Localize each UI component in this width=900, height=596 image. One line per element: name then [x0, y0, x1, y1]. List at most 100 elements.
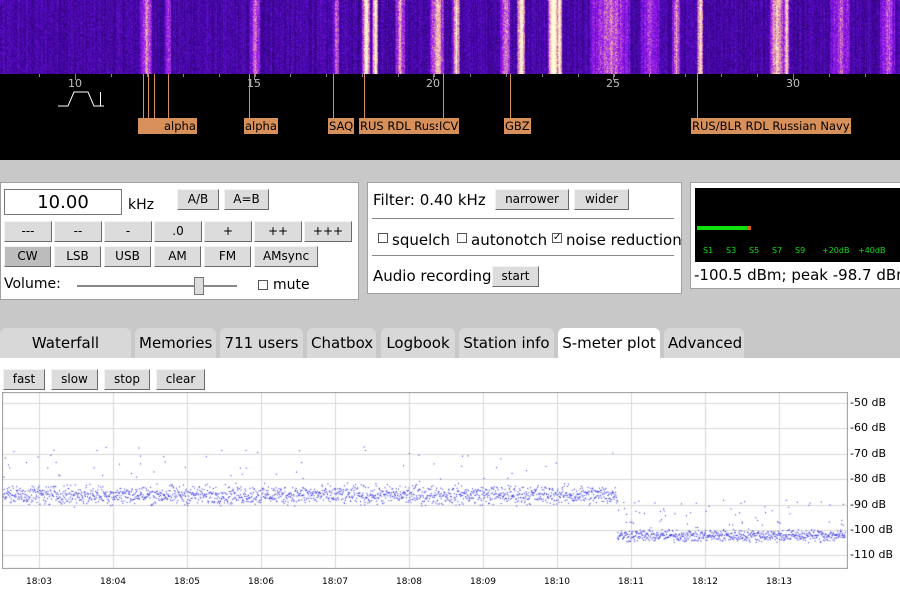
noise-reduction-label: noise reduction — [566, 231, 682, 249]
x-axis-label: 18:04 — [97, 577, 129, 587]
noise-reduction-checkbox[interactable]: ✓ — [552, 233, 562, 243]
mode-button-am[interactable]: AM — [154, 246, 201, 267]
x-axis-label: 18:11 — [615, 577, 647, 587]
scale-minor-tick — [219, 74, 220, 77]
smeter-readout: -100.5 dBm; peak -98.7 dBm — [694, 266, 900, 284]
tab-logbook[interactable]: Logbook — [381, 328, 455, 358]
smeter-panel: S1 S3 S5 S7 S9 +20dB +40dB -100.5 dBm; peak -9… — [690, 182, 900, 289]
step-button[interactable]: ++ — [254, 221, 302, 242]
scale-minor-tick — [721, 74, 722, 77]
x-axis-label: 18:05 — [171, 577, 203, 587]
mode-button-fm[interactable]: FM — [204, 246, 251, 267]
filter-panel: Filter: 0.40 kHz narrower wider squelch … — [367, 182, 682, 294]
step-button[interactable]: +++ — [304, 221, 352, 242]
tab-711-users[interactable]: 711 users — [220, 328, 303, 358]
step-button[interactable]: .0 — [154, 221, 202, 242]
smeter-display: S1 S3 S5 S7 S9 +20dB +40dB — [695, 188, 900, 262]
waterfall-display[interactable] — [0, 0, 900, 74]
narrower-button[interactable]: narrower — [495, 189, 569, 210]
scale-tick-label: 30 — [786, 77, 800, 90]
scale-minor-tick — [111, 74, 112, 77]
volume-label: Volume: — [4, 276, 61, 292]
wider-button[interactable]: wider — [574, 189, 629, 210]
ab-button[interactable]: A/B — [177, 189, 219, 210]
tab-advanced[interactable]: Advanced — [664, 328, 744, 358]
mode-button-lsb[interactable]: LSB — [54, 246, 101, 267]
scale-minor-tick — [75, 74, 76, 77]
x-axis-label: 18:08 — [393, 577, 425, 587]
squelch-checkbox[interactable] — [378, 233, 388, 243]
step-button[interactable]: -- — [54, 221, 102, 242]
mute-checkbox[interactable] — [258, 280, 268, 290]
x-axis-label: 18:07 — [319, 577, 351, 587]
scale-minor-tick — [39, 74, 40, 77]
scale-minor-tick — [649, 74, 650, 77]
scale-minor-tick — [255, 74, 256, 77]
y-axis-label: -60 dB — [850, 421, 886, 435]
a-equals-b-button[interactable]: A=B — [224, 189, 269, 210]
scale-minor-tick — [865, 74, 866, 77]
scale-minor-tick — [578, 74, 579, 77]
passband-icon — [56, 88, 106, 112]
step-button[interactable]: + — [204, 221, 252, 242]
tab-s-meter-plot[interactable]: S-meter plot — [558, 328, 660, 358]
volume-slider[interactable] — [77, 277, 237, 295]
mode-button-cw[interactable]: CW — [4, 246, 51, 267]
frequency-scale[interactable]: 10 15 20 25 30 alpha alpha SAQ RUS RDL Russ … — [0, 74, 900, 160]
scale-minor-tick — [614, 74, 615, 77]
x-axis-label: 18:12 — [689, 577, 721, 587]
tab-waterfall-settings[interactable]: Waterfall settings — [0, 328, 131, 382]
x-axis-label: 18:13 — [763, 577, 795, 587]
smeter-scale-label: S1 — [703, 246, 714, 255]
tab-chatbox[interactable]: Chatbox — [307, 328, 376, 358]
y-axis-label: -100 dB — [850, 523, 893, 536]
scale-minor-tick — [290, 74, 291, 77]
scale-tick-label: 20 — [426, 77, 440, 90]
x-axis-label: 18:06 — [245, 577, 277, 587]
scale-minor-tick — [398, 74, 399, 77]
frequency-input[interactable]: 10.00 — [4, 189, 122, 215]
smeter-scale-label: S3 — [726, 246, 737, 255]
smeter-plot — [2, 392, 848, 569]
tab-memories[interactable]: Memories — [135, 328, 216, 358]
mode-button-usb[interactable]: USB — [104, 246, 151, 267]
scale-minor-tick — [757, 74, 758, 77]
scale-tick-label: 25 — [606, 77, 620, 90]
frequency-panel: 10.00 kHz A/B A=B --- -- - .0 + ++ +++ CW LSB US… — [0, 182, 359, 300]
scale-minor-tick — [685, 74, 686, 77]
step-button[interactable]: - — [104, 221, 152, 242]
squelch-label: squelch — [392, 231, 450, 249]
autonotch-checkbox[interactable] — [457, 233, 467, 243]
mode-button-amsync[interactable]: AMsync — [254, 246, 318, 267]
smeter-scale-label: S7 — [772, 246, 783, 255]
fast-button[interactable]: fast — [3, 369, 45, 390]
y-axis-label: -80 dB — [850, 472, 886, 486]
mute-label: mute — [273, 277, 310, 293]
tab-station-info[interactable]: Station info — [459, 328, 554, 358]
tuning-cursor[interactable] — [100, 92, 101, 106]
smeter-peak — [747, 226, 751, 230]
y-axis-label: -90 dB — [850, 497, 886, 511]
volume-slider-thumb[interactable] — [194, 277, 204, 295]
y-axis-label: -70 dB — [850, 446, 886, 460]
scale-tick-label: 10 — [68, 77, 82, 90]
smeter-scale-label: +40dB — [858, 246, 886, 255]
scale-minor-tick — [362, 74, 363, 77]
slow-button[interactable]: slow — [51, 369, 98, 390]
smeter-scale-label: S5 — [749, 246, 760, 255]
x-axis-label: 18:09 — [467, 577, 499, 587]
recording-start-button[interactable]: start — [492, 266, 539, 287]
x-axis-label: 18:10 — [541, 577, 573, 587]
clear-button[interactable]: clear — [156, 369, 205, 390]
step-button[interactable]: --- — [4, 221, 52, 242]
y-axis-label: -110 dB — [850, 548, 893, 562]
frequency-unit: kHz — [128, 197, 154, 213]
autonotch-label: autonotch — [471, 231, 548, 249]
scale-minor-tick — [470, 74, 471, 77]
scale-minor-tick — [183, 74, 184, 77]
scale-minor-tick — [326, 74, 327, 77]
y-axis-label: -50 dB — [850, 396, 886, 409]
stop-button[interactable]: stop — [104, 369, 150, 390]
smeter-scale-label: S9 — [795, 246, 806, 255]
filter-width-label: Filter: 0.40 kHz — [373, 191, 486, 209]
